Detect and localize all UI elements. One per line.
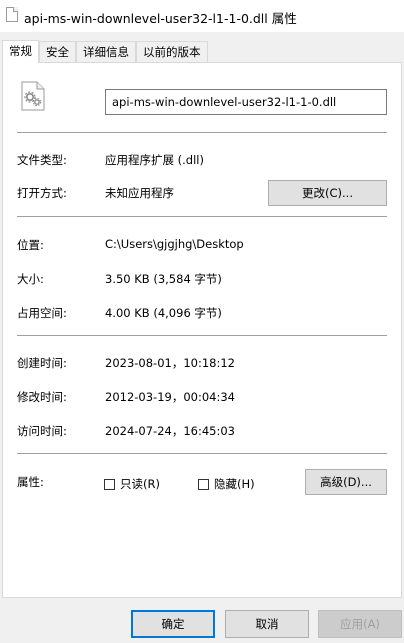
divider <box>17 453 387 454</box>
accessed-value: 2024-07-24，16:45:03 <box>105 424 235 438</box>
hidden-checkbox-label: 隐藏(H) <box>214 477 255 491</box>
tab-details[interactable]: 详细信息 <box>76 41 136 62</box>
location-value: C:\Users\gjgjhg\Desktop <box>105 237 244 251</box>
attributes-label: 属性: <box>17 475 44 489</box>
divider <box>17 216 387 217</box>
size-label: 大小: <box>17 272 44 286</box>
size-value: 3.50 KB (3,584 字节) <box>105 272 222 286</box>
accessed-label: 访问时间: <box>17 424 67 438</box>
size-on-disk-value: 4.00 KB (4,096 字节) <box>105 306 222 320</box>
file-type-value: 应用程序扩展 (.dll) <box>105 153 204 167</box>
tab-general[interactable]: 常规 <box>2 40 39 63</box>
advanced-button[interactable]: 高级(D)... <box>305 469 387 495</box>
cancel-button[interactable]: 取消 <box>225 610 309 638</box>
divider <box>17 335 387 336</box>
tab-security[interactable]: 安全 <box>39 41 76 62</box>
size-on-disk-label: 占用空间: <box>17 306 67 320</box>
readonly-checkbox-label: 只读(R) <box>120 477 160 491</box>
readonly-checkbox-box[interactable] <box>104 478 115 490</box>
apply-button[interactable]: 应用(A) <box>318 610 402 638</box>
opens-with-value: 未知应用程序 <box>105 186 174 200</box>
dll-file-icon <box>6 7 18 22</box>
general-panel: api-ms-win-downlevel-user32-l1-1-0.dll 文… <box>2 62 402 598</box>
modified-label: 修改时间: <box>17 390 67 404</box>
change-button[interactable]: 更改(C)... <box>268 180 387 206</box>
opens-with-label: 打开方式: <box>17 186 67 200</box>
ok-button[interactable]: 确定 <box>131 610 215 638</box>
divider <box>17 132 387 133</box>
modified-value: 2012-03-19，00:04:34 <box>105 390 235 404</box>
hidden-checkbox[interactable]: 隐藏(H) <box>198 476 255 492</box>
tab-previous-versions[interactable]: 以前的版本 <box>136 41 208 62</box>
created-label: 创建时间: <box>17 356 67 370</box>
created-value: 2023-08-01，10:18:12 <box>105 356 235 370</box>
tab-strip: 常规 安全 详细信息 以前的版本 <box>2 40 208 63</box>
hidden-checkbox-box[interactable] <box>198 478 209 490</box>
location-label: 位置: <box>17 238 44 252</box>
gear-file-icon <box>21 81 45 111</box>
title-bar: api-ms-win-downlevel-user32-l1-1-0.dll 属… <box>0 0 404 32</box>
window-title: api-ms-win-downlevel-user32-l1-1-0.dll 属… <box>24 11 297 26</box>
file-name-field[interactable]: api-ms-win-downlevel-user32-l1-1-0.dll <box>105 89 387 115</box>
file-type-label: 文件类型: <box>17 153 67 167</box>
readonly-checkbox[interactable]: 只读(R) <box>104 476 160 492</box>
